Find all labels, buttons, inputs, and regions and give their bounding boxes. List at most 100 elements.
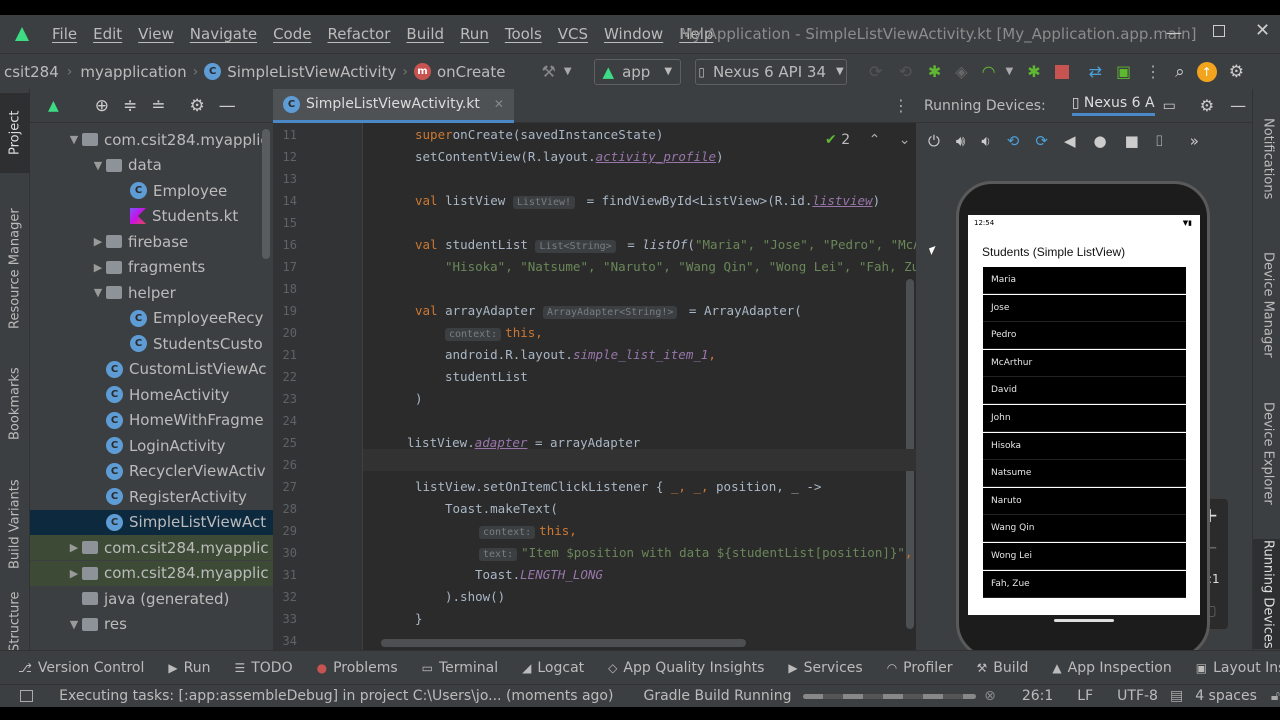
tool-problems[interactable]: ● Problems [317, 660, 398, 676]
tab-resource-manager[interactable]: Resource Manager [0, 199, 30, 339]
tree-item[interactable]: C RecyclerViewActiv [30, 459, 273, 484]
run-config-dropdown[interactable]: ▲ app ▼ [593, 58, 682, 85]
lock-icon[interactable]: 🔓︎ [1271, 688, 1280, 704]
more-toolbar-icon[interactable]: ⋮ [1145, 62, 1161, 81]
stop-icon[interactable] [1054, 64, 1069, 79]
tree-item[interactable]: ▼ data [30, 153, 273, 178]
chevron-down-icon[interactable]: ▼ [66, 133, 82, 146]
chevron-right-icon[interactable]: ▶ [90, 235, 106, 248]
expand-all-icon[interactable]: ≑ [123, 96, 137, 116]
settings-icon[interactable]: ⚙ [190, 96, 205, 116]
chevron-down-icon[interactable]: ▼ [90, 286, 106, 299]
attach-debugger-icon[interactable]: ◈ [955, 62, 967, 81]
listview-item[interactable]: Wong Lei [983, 543, 1186, 570]
camera-icon[interactable]: ⌷ [1155, 132, 1164, 150]
tab-structure[interactable]: Structure [0, 592, 30, 652]
listview-item[interactable]: Naruto [983, 487, 1186, 515]
menu-build[interactable]: Build [406, 25, 444, 43]
volume-up-icon[interactable]: 🔊︎ [956, 132, 965, 150]
tree-item[interactable]: C Employee [30, 178, 273, 203]
tool-app-quality-insights[interactable]: ◇ App Quality Insights [608, 660, 764, 676]
settings-icon[interactable]: ⚙ [1229, 62, 1244, 82]
volume-down-icon[interactable]: 🔉︎ [981, 132, 990, 150]
tree-item[interactable]: C HomeActivity [30, 382, 273, 407]
chevron-right-icon[interactable]: ▶ [66, 567, 82, 580]
close-window-icon[interactable]: ✕ [1255, 20, 1270, 41]
tool-layout-insp[interactable]: ▣ Layout Insp [1196, 660, 1280, 676]
menu-edit[interactable]: Edit [93, 25, 122, 43]
tree-item[interactable]: ▼ helper [30, 280, 273, 305]
tree-item[interactable]: ▶ firebase [30, 229, 273, 254]
listview-item[interactable]: Jose [983, 294, 1186, 322]
tree-item[interactable]: ▶ com.csit284.myapplic [30, 560, 273, 586]
listview-item[interactable]: McArthur [983, 349, 1186, 377]
minimize-icon[interactable]: — [1166, 23, 1182, 43]
tool-build[interactable]: ⚒ Build [976, 660, 1028, 676]
cancel-task-icon[interactable]: ⊗ [984, 688, 996, 704]
tree-item[interactable]: Students.kt [30, 204, 273, 229]
hide-panel-icon[interactable]: — [219, 96, 236, 116]
tool-todo[interactable]: ☰ TODO [234, 660, 292, 676]
breadcrumb-class[interactable]: SimpleListViewActivity [227, 63, 396, 81]
rotate-left-icon[interactable]: ⟲ [1007, 132, 1020, 150]
maximize-icon[interactable] [1213, 25, 1225, 37]
tree-item[interactable]: C RegisterActivity [30, 484, 273, 509]
listview-item[interactable]: Pedro [983, 322, 1186, 350]
collapse-all-icon[interactable]: ≐ [151, 96, 165, 116]
listview-item[interactable]: Maria [983, 267, 1186, 294]
more-tabs-icon[interactable]: ⋮ [893, 96, 909, 115]
tree-item[interactable]: java (generated) [30, 586, 273, 611]
tab-device-manager[interactable]: Device Manager [1253, 245, 1280, 365]
listview-item[interactable]: Fah, Zue [983, 570, 1186, 598]
sync-icon[interactable]: ⇄ [1089, 62, 1102, 81]
listview-item[interactable]: Wang Qin [983, 515, 1186, 543]
tool-terminal[interactable]: ▭ Terminal [422, 660, 499, 676]
breadcrumb-module[interactable]: csit284 [4, 63, 59, 81]
tree-item[interactable]: C CustomListViewAc [30, 357, 273, 382]
tab-bookmarks[interactable]: Bookmarks [0, 359, 30, 449]
menu-window[interactable]: Window [604, 25, 663, 43]
hide-panel-icon[interactable]: — [1230, 96, 1246, 115]
tree-item[interactable]: ▼ res [30, 612, 273, 637]
chevron-down-icon[interactable]: ▼ [564, 66, 572, 77]
tree-item[interactable]: ▶ fragments [30, 255, 273, 280]
device-dropdown[interactable]: ▯ Nexus 6 API 34 ▼ [695, 58, 848, 85]
tree-item[interactable]: ▼ com.csit284.myapplic [30, 127, 273, 152]
device-manager-icon[interactable]: ▣ [1116, 62, 1131, 81]
search-icon[interactable]: ⌕ [1175, 62, 1185, 82]
tool-app-inspection[interactable]: ▲ App Inspection [1052, 660, 1171, 676]
tab-project[interactable]: Project [0, 93, 30, 173]
indent-setting[interactable]: 4 spaces [1195, 688, 1257, 704]
tab-simplelistviewactivity[interactable]: C SimpleListViewActivity.kt ✕ [273, 88, 514, 123]
tab-running-devices[interactable]: Running Devices [1253, 539, 1280, 649]
rerun-icon[interactable]: ⟳ [869, 62, 882, 81]
rotate-right-icon[interactable]: ⟳ [1035, 132, 1048, 150]
debug-icon[interactable]: ✱ [928, 62, 941, 81]
debug-attach-icon[interactable]: ✱ [1027, 62, 1040, 81]
more-actions-icon[interactable]: » [1190, 132, 1199, 150]
new-tab-icon[interactable]: ▭ [1163, 98, 1176, 114]
overview-icon[interactable]: ■ [1125, 132, 1139, 150]
tool-profiler[interactable]: ◠ Profiler [887, 660, 953, 676]
apply-changes-icon[interactable]: ⟲ [898, 62, 911, 81]
tool-logcat[interactable]: ◢ Logcat [522, 660, 584, 676]
close-tab-icon[interactable]: ✕ [494, 97, 504, 111]
hammer-icon[interactable]: ⚒ [541, 62, 555, 81]
gradle-status[interactable]: Gradle Build Running [643, 688, 791, 704]
menu-view[interactable]: View [138, 25, 174, 43]
tool-run[interactable]: ▶ Run [168, 660, 210, 676]
listview-item[interactable]: David [983, 377, 1186, 405]
file-encoding[interactable]: UTF-8 [1117, 688, 1158, 704]
home-icon[interactable]: ● [1093, 132, 1106, 150]
tree-item[interactable]: C StudentsCusto [30, 331, 273, 356]
menu-code[interactable]: Code [273, 25, 311, 43]
listview-item[interactable]: John [983, 405, 1186, 432]
listview-item[interactable]: Natsume [983, 460, 1186, 488]
update-icon[interactable]: ↑ [1196, 61, 1217, 82]
settings-icon[interactable]: ⚙ [1200, 96, 1214, 115]
tab-notifications[interactable]: Notifications [1253, 109, 1280, 209]
tab-build-variants[interactable]: Build Variants [0, 469, 30, 579]
readonly-toggle-icon[interactable]: ▤ [1170, 688, 1183, 704]
tree-item[interactable]: C EmployeeRecy [30, 306, 273, 331]
menu-vcs[interactable]: VCS [558, 25, 588, 43]
